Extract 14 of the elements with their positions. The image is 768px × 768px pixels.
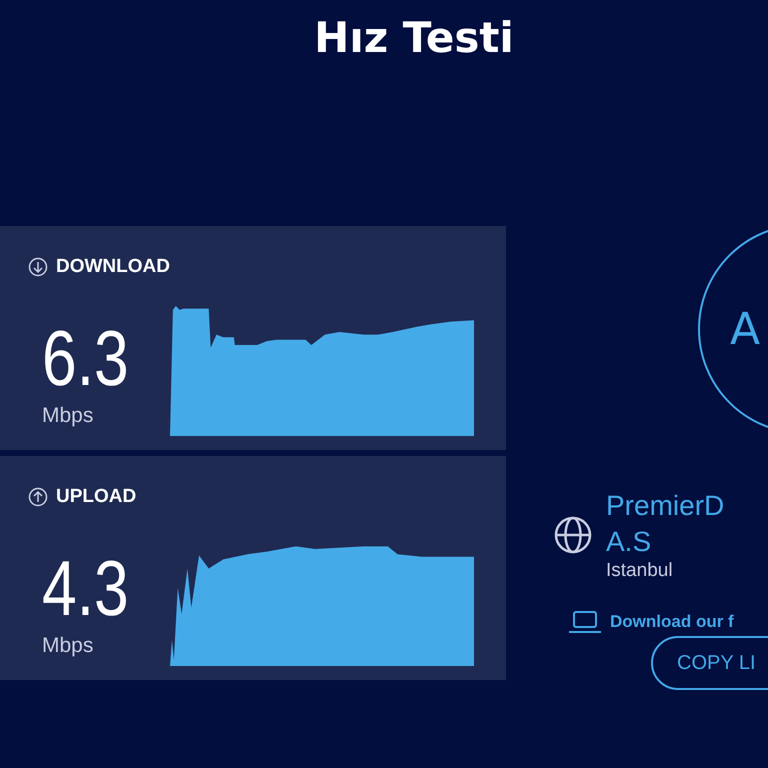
provider-location: Istanbul [606,560,674,582]
provider-name: PremierD [606,489,724,523]
result-label: DOWNLOAD [56,256,170,278]
page-title: Hız Testi [313,12,515,64]
copy-link-button[interactable]: COPY LI [651,636,768,690]
provider-name: A.S [606,525,652,559]
speed-unit: Mbps [42,404,94,428]
speed-value: 4.3 [42,548,129,628]
globe-icon [554,516,592,554]
result-label: UPLOAD [56,486,136,508]
speed-value: 6.3 [42,318,129,398]
laptop-icon [568,610,602,634]
app-download-link[interactable]: Download our f [610,612,734,632]
speed-unit: Mbps [42,634,94,658]
